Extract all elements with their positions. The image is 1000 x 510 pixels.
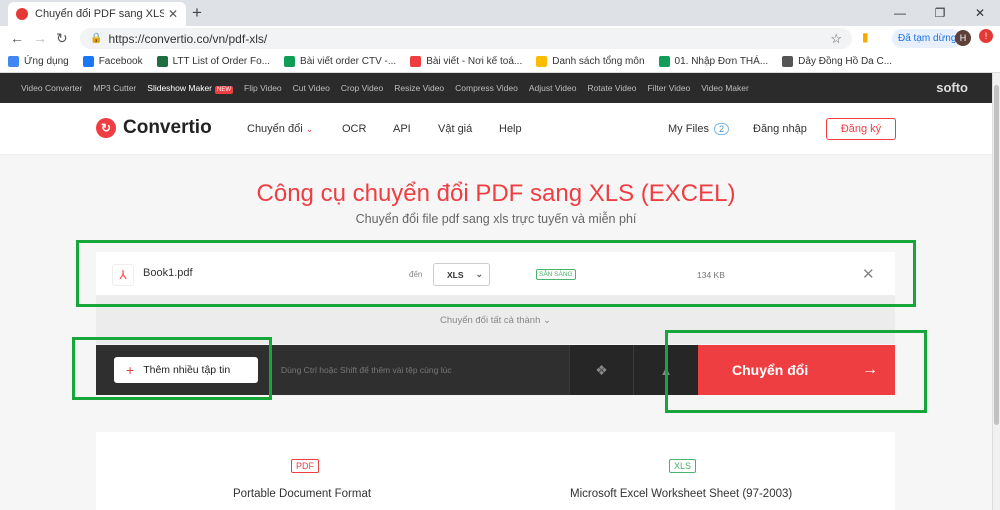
window-controls: — ❐ ✕ — [880, 0, 1000, 26]
tool-link[interactable]: Compress Video — [455, 83, 518, 93]
tool-link[interactable]: Video Maker — [701, 83, 749, 93]
chevron-down-icon: ⌄ — [305, 124, 314, 134]
highlight-box-convert — [665, 330, 927, 413]
tool-link[interactable]: Flip Video — [244, 83, 282, 93]
bookmark-item[interactable]: 01. Nhập Đơn THÁ... — [658, 56, 768, 67]
restore-icon[interactable]: ❐ — [920, 0, 960, 26]
tool-link[interactable]: Resize Video — [394, 83, 444, 93]
highlight-box-file — [76, 240, 916, 307]
bookmark-item[interactable]: LTT List of Order Fo... — [156, 56, 270, 67]
page-subtitle: Chuyển đổi file pdf sang xls trực tuyến … — [355, 212, 637, 226]
tools-bar: Video Converter MP3 Cutter Slideshow Maker… — [0, 73, 992, 103]
new-badge: NEW — [215, 86, 234, 94]
lock-icon: 🔒 — [90, 33, 103, 44]
url-text: https://convertio.co/vn/pdf-xls/ — [108, 31, 268, 46]
nav-pricing[interactable]: Vật giá — [438, 123, 472, 135]
scrollbar-thumb[interactable] — [994, 85, 999, 425]
my-files-count-badge: 2 — [713, 123, 729, 135]
xls-format-description: Microsoft Excel Worksheet Sheet (97-2003… — [570, 488, 793, 500]
close-tab-icon[interactable]: ✕ — [168, 7, 178, 21]
tool-link[interactable]: Slideshow Maker NEW — [147, 83, 234, 94]
dropbox-button[interactable]: ❖ — [569, 345, 633, 395]
reload-icon[interactable]: ↻ — [56, 30, 68, 47]
dropbox-icon: ❖ — [595, 361, 608, 378]
browser-menu-icon[interactable]: ! — [979, 29, 993, 43]
extension-icon[interactable]: ▮ — [862, 30, 869, 44]
multi-select-hint: Dùng Ctrl hoặc Shift để thêm vài tệp cùn… — [281, 365, 452, 375]
site-header: ↻ Convertio Chuyển đổi ⌄ OCR API Vật giá… — [0, 103, 992, 155]
drive-icon — [536, 56, 548, 67]
page-scrollbar[interactable] — [992, 73, 1000, 510]
convertio-favicon-icon — [16, 8, 28, 20]
new-tab-icon[interactable]: + — [192, 3, 202, 23]
bookmark-item[interactable]: Danh sách tổng môn — [536, 56, 645, 67]
bookmark-item[interactable]: Facebook — [82, 56, 143, 67]
minimize-icon[interactable]: — — [880, 0, 920, 26]
nav-convert[interactable]: Chuyển đổi ⌄ — [247, 123, 313, 135]
bookmarks-bar: Ứng dụng Facebook LTT List of Order Fo... B… — [0, 51, 1000, 73]
forward-icon[interactable]: → — [33, 30, 47, 46]
bookmark-star-icon[interactable]: ☆ — [830, 31, 842, 47]
convertio-logo-icon: ↻ — [96, 118, 116, 138]
url-input[interactable]: 🔒 https://convertio.co/vn/pdf-xls/ ☆ — [80, 28, 852, 49]
xls-format-badge: XLS — [669, 459, 697, 473]
tool-link[interactable]: Adjust Video — [529, 83, 577, 93]
pdf-format-description: Portable Document Format — [233, 488, 372, 500]
excel-x-icon — [156, 56, 168, 67]
tool-link[interactable]: Cut Video — [293, 83, 330, 93]
nav-api[interactable]: API — [393, 123, 411, 135]
watch-icon — [782, 56, 794, 67]
tab-title: Chuyển đổi PDF sang XLS (EXCEL — [35, 8, 164, 20]
highlight-box-add-files — [72, 337, 272, 400]
address-bar: ← → ↻ 🔒 https://convertio.co/vn/pdf-xls/… — [0, 26, 1000, 51]
bookmark-item[interactable]: Ứng dụng — [8, 56, 69, 67]
tool-link[interactable]: Filter Video — [647, 83, 690, 93]
tool-link[interactable]: Rotate Video — [587, 83, 636, 93]
sheets-icon — [284, 56, 296, 67]
convertio-icon — [410, 56, 422, 67]
apps-icon — [8, 56, 19, 67]
format-info: PDF Portable Document Format XLS Microso… — [96, 432, 895, 510]
bookmark-item[interactable]: Dây Đồng Hồ Da C... — [782, 56, 892, 67]
tool-link[interactable]: Crop Video — [341, 83, 383, 93]
nav-help[interactable]: Help — [499, 123, 522, 135]
bookmark-item[interactable]: Bài viết order CTV -... — [284, 56, 396, 67]
login-link[interactable]: Đăng nhập — [753, 123, 807, 135]
avatar[interactable]: H — [955, 30, 971, 46]
signup-button[interactable]: Đăng ký — [826, 118, 896, 140]
profile-paused-badge[interactable]: Đã tạm dừng — [892, 29, 963, 48]
browser-tab[interactable]: Chuyển đổi PDF sang XLS (EXCEL ✕ — [8, 2, 186, 26]
tool-link[interactable]: MP3 Cutter — [93, 83, 136, 93]
my-files-link[interactable]: My Files 2 — [668, 123, 729, 135]
pdf-format-badge: PDF — [291, 459, 319, 473]
back-icon[interactable]: ← — [10, 30, 24, 46]
page-title: Công cụ chuyển đổi PDF sang XLS (EXCEL) — [256, 180, 736, 207]
chevron-down-icon: ⌄ — [543, 314, 551, 326]
nav-ocr[interactable]: OCR — [342, 123, 366, 135]
sheets-icon — [658, 56, 670, 67]
tool-link[interactable]: Video Converter — [21, 83, 82, 93]
bookmark-item[interactable]: Bài viết - Nơi kế toá... — [410, 56, 522, 67]
close-window-icon[interactable]: ✕ — [960, 0, 1000, 26]
softo-logo[interactable]: softo — [936, 80, 968, 95]
convertio-logo[interactable]: ↻ Convertio — [96, 117, 212, 139]
browser-tab-strip: Chuyển đổi PDF sang XLS (EXCEL ✕ + — ❐ ✕ — [0, 0, 1000, 26]
facebook-icon — [82, 56, 94, 67]
